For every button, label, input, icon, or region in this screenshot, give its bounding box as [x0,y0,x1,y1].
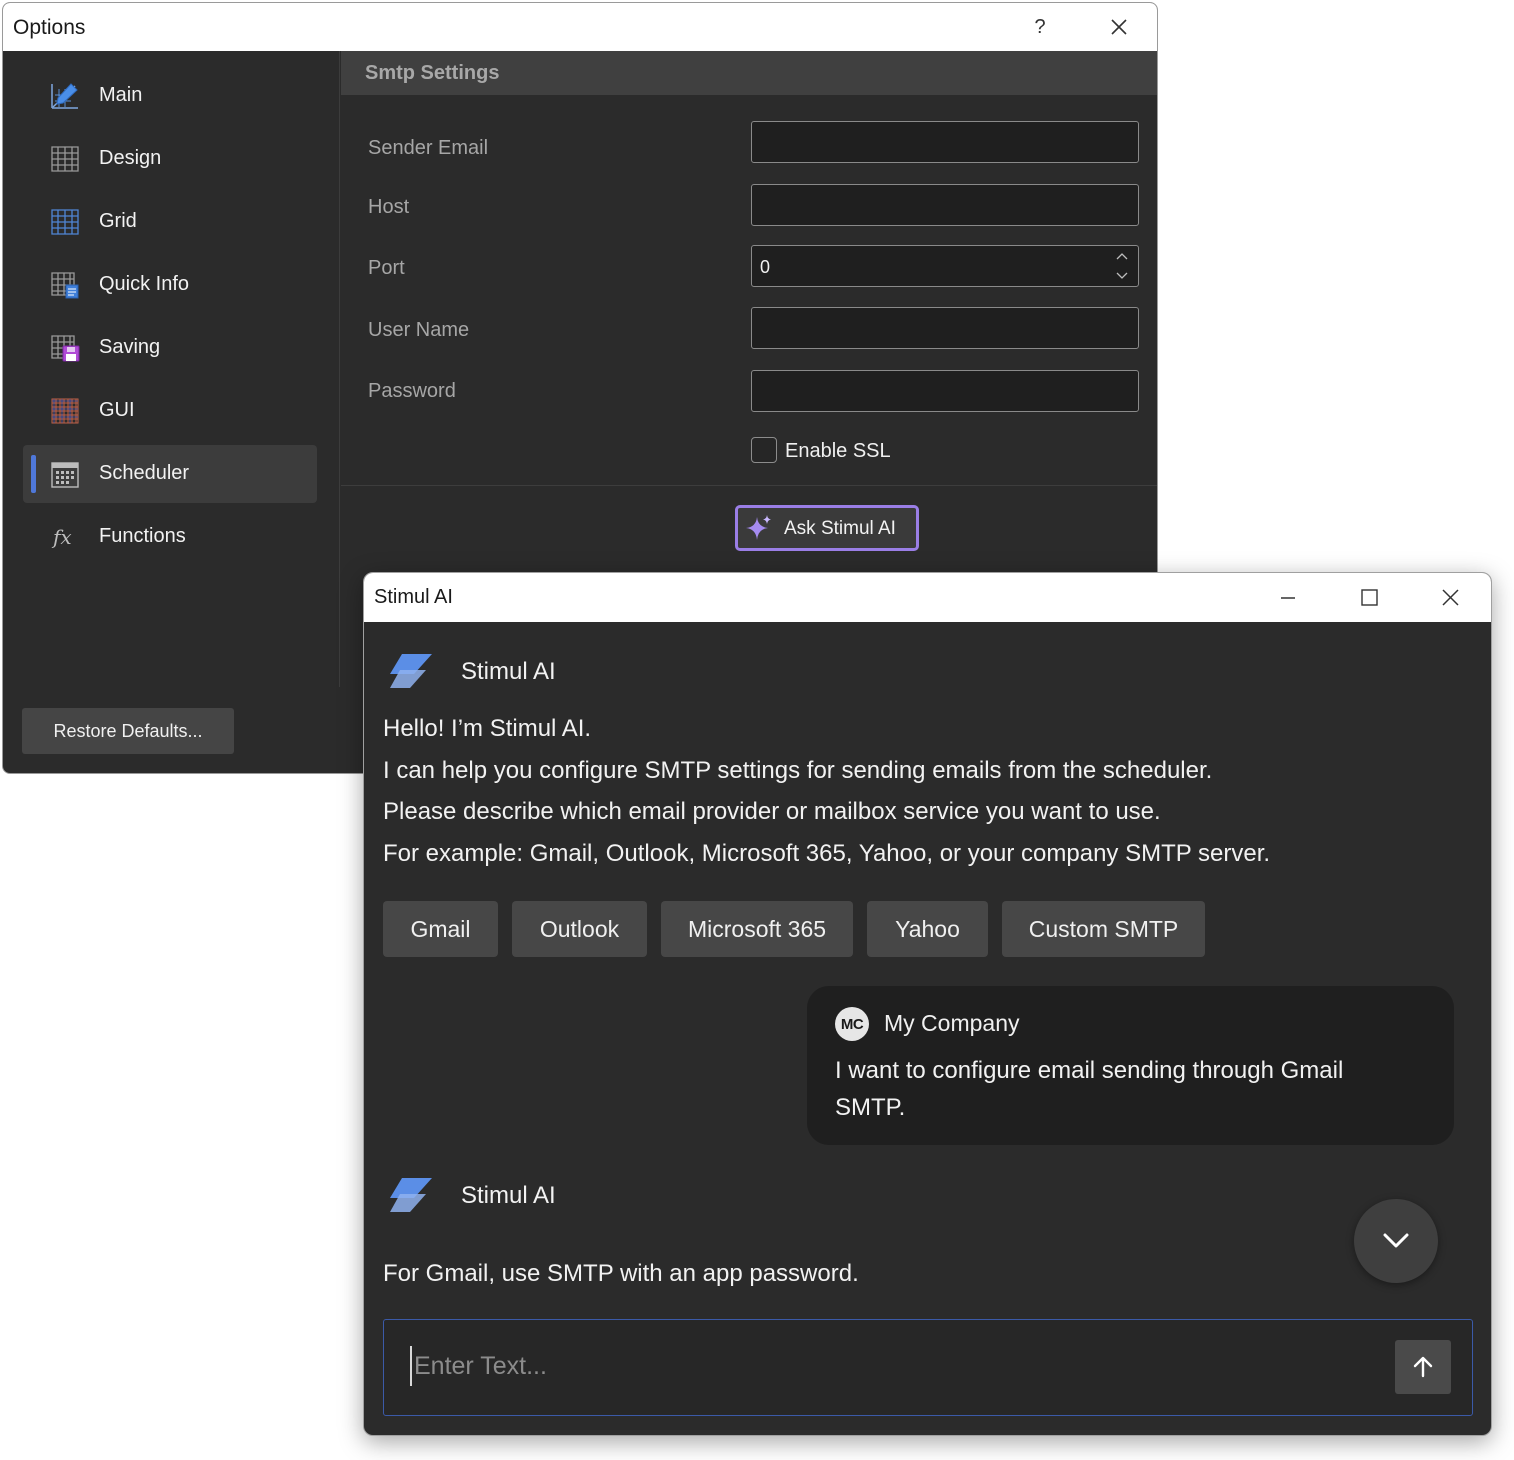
sender-email-label: Sender Email [368,137,489,159]
maximize-button[interactable] [1347,581,1391,615]
host-field[interactable] [751,184,1139,226]
chip-custom-smtp[interactable]: Custom SMTP [1002,901,1205,957]
sidebar-item-label: Quick Info [99,273,190,295]
section-header: Smtp Settings [341,51,1157,95]
sparkle-icon [746,515,771,540]
bot-reply-text: For Gmail, use SMTP with an app password… [383,1260,859,1287]
greeting-line: For example: Gmail, Outlook, Microsoft 3… [383,840,1271,867]
sidebar-item-label: Functions [99,525,186,547]
ask-button-label: Ask Stimul AI [784,518,896,539]
sidebar-item-design[interactable]: Design [23,130,317,188]
ask-stimul-ai-button[interactable]: Ask Stimul AI [735,505,919,551]
sidebar-item-label: GUI [99,399,135,421]
sidebar-item-label: Design [99,147,162,169]
window-title: Options [13,16,86,39]
greeting-line: Hello! I’m Stimul AI. [383,715,592,742]
sidebar-item-saving[interactable]: Saving [23,319,317,377]
main-settings-icon [51,83,78,109]
sidebar-item-scheduler[interactable]: Scheduler [23,445,317,503]
sidebar-item-main[interactable]: Main [23,67,317,125]
greeting-line: I can help you configure SMTP settings f… [383,757,1213,784]
port-value[interactable]: 0 [760,257,770,278]
bot-name: Stimul AI [461,658,556,685]
stimul-logo-icon [390,654,432,688]
stimul-logo-icon [390,1178,432,1212]
chip-gmail[interactable]: Gmail [383,901,498,957]
password-label: Password [368,380,456,402]
host-label: Host [368,196,410,218]
sidebar-item-quick-info[interactable]: Quick Info [23,256,317,314]
sidebar-item-label: Main [99,84,143,106]
active-indicator [31,455,36,493]
avatar: MC [835,1007,869,1041]
bot-message-header: Stimul AI [388,652,556,692]
scroll-to-bottom-button[interactable] [1354,1199,1438,1283]
sidebar-item-gui[interactable]: GUI [23,382,317,440]
close-button[interactable] [1099,11,1139,43]
sidebar-item-label: Saving [99,336,161,358]
send-button[interactable] [1395,1340,1451,1394]
section-title: Smtp Settings [365,62,500,84]
chevron-down-icon [1383,1233,1409,1248]
sidebar-item-grid[interactable]: Grid [23,193,317,251]
maximize-icon [1361,589,1378,606]
port-label: Port [368,257,405,279]
password-field[interactable] [751,370,1139,412]
user-name: My Company [884,1010,1020,1036]
scheduler-icon [51,462,79,488]
ai-titlebar: Stimul AI [364,573,1491,622]
chat-input-container [383,1319,1473,1416]
close-button[interactable] [1428,581,1472,615]
sender-email-field[interactable] [751,121,1139,163]
enable-ssl-label[interactable]: Enable SSL [785,440,891,463]
chevron-up-icon[interactable] [1114,250,1130,264]
user-message-text: I want to configure email sending throug… [835,1057,1344,1121]
help-button[interactable]: ? [1025,11,1055,43]
sidebar-item-label: Scheduler [99,462,190,484]
chip-yahoo[interactable]: Yahoo [867,901,988,957]
bot-message-header: Stimul AI [388,1176,556,1216]
gui-icon [51,398,79,424]
functions-icon: fx [51,525,72,549]
grid-icon [51,209,79,235]
port-stepper[interactable]: 0 [751,245,1139,287]
bot-name: Stimul AI [461,1182,556,1209]
close-icon [1442,589,1459,606]
sidebar-item-label: Grid [99,210,137,232]
user-name-label: User Name [368,319,470,341]
options-sidebar: Main Design Grid Quick Info Saving GUI S… [3,51,340,687]
options-titlebar: Options ? [3,3,1157,51]
design-grid-icon [51,146,79,172]
user-message-bubble: MC My Company I want to configure email … [807,986,1454,1145]
chat-area: Stimul AI Hello! I’m Stimul AI. I can he… [364,622,1491,1435]
restore-defaults-button[interactable]: Restore Defaults... [22,708,234,754]
chevron-down-icon[interactable] [1114,268,1130,282]
chat-input[interactable] [410,1346,1370,1386]
minimize-button[interactable] [1266,581,1310,615]
chip-outlook[interactable]: Outlook [512,901,647,957]
stimul-ai-window: Stimul AI Stimul AI Hello! I’m Stimul AI… [363,572,1492,1436]
window-title: Stimul AI [374,586,453,608]
close-icon [1111,19,1127,35]
sidebar-item-functions[interactable]: fx Functions [23,508,317,566]
chip-microsoft-365[interactable]: Microsoft 365 [661,901,853,957]
enable-ssl-checkbox[interactable] [751,437,777,463]
user-name-field[interactable] [751,307,1139,349]
arrow-up-icon [1413,1356,1433,1378]
minimize-icon [1281,597,1295,599]
saving-icon [51,335,80,362]
quick-info-icon [51,272,79,299]
svg-text:fx: fx [51,525,72,549]
greeting-line: Please describe which email provider or … [383,798,1161,825]
divider [341,485,1157,486]
